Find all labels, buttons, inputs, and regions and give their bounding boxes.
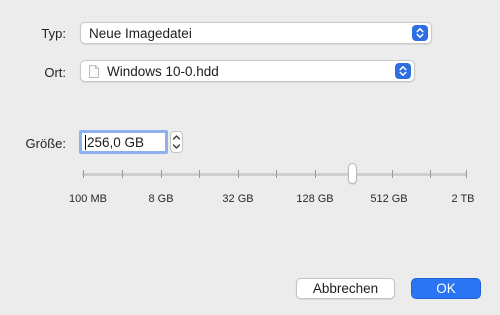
size-slider-thumb[interactable] [348, 163, 357, 184]
slider-tick [161, 170, 162, 178]
slider-tick-label: 512 GB [370, 193, 408, 205]
document-icon [89, 64, 99, 78]
slider-tick-label: 100 MB [69, 193, 107, 205]
ok-button[interactable]: OK [411, 278, 481, 299]
size-input[interactable]: 256,0 GB [79, 130, 168, 154]
slider-tick [392, 170, 393, 178]
location-label: Ort: [44, 65, 66, 80]
up-down-chevron-icon [412, 25, 428, 41]
location-popup[interactable]: Windows 10-0.hdd [80, 60, 415, 82]
slider-tick-label: 32 GB [222, 193, 254, 205]
slider-tick [122, 170, 123, 178]
size-stepper[interactable] [170, 131, 183, 153]
size-slider-track[interactable] [82, 173, 467, 176]
text-caret [85, 134, 86, 150]
type-label: Typ: [41, 26, 66, 41]
slider-tick [276, 170, 277, 178]
slider-tick-label: 2 TB [451, 193, 475, 205]
slider-tick [315, 170, 316, 178]
slider-tick [199, 170, 200, 178]
slider-tick-label: 8 GB [148, 193, 174, 205]
slider-tick [430, 170, 431, 178]
slider-tick-label: 128 GB [296, 193, 334, 205]
size-input-value: 256,0 GB [87, 134, 145, 150]
size-label: Größe: [25, 136, 66, 151]
type-popup-value: Neue Imagedatei [89, 25, 192, 41]
slider-tick [238, 170, 239, 178]
slider-tick [466, 170, 467, 178]
up-down-chevron-icon [395, 63, 411, 79]
location-popup-value: Windows 10-0.hdd [107, 63, 219, 79]
type-popup[interactable]: Neue Imagedatei [80, 22, 432, 44]
stepper-arrows-icon [172, 135, 181, 149]
cancel-button[interactable]: Abbrechen [296, 278, 395, 299]
slider-tick [83, 170, 84, 178]
